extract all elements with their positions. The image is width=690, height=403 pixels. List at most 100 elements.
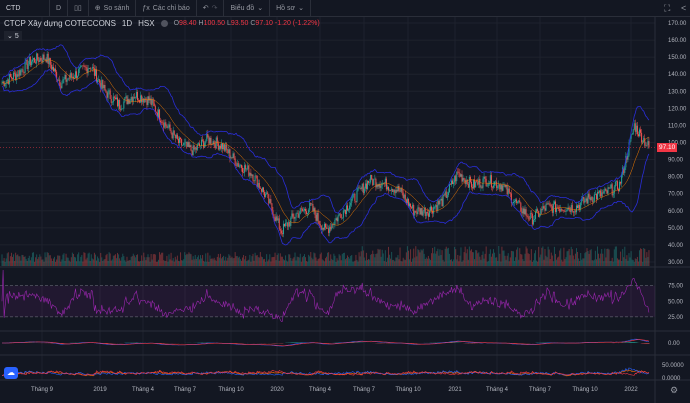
volume-bar [593,259,595,266]
volume-bar [331,258,333,266]
candle-body [646,144,648,146]
candle-body [46,53,48,63]
candle-type-icon[interactable]: ▯▯ [68,0,89,17]
volume-bar [528,254,530,266]
volume-bar [311,257,313,266]
volume-bar [646,252,648,266]
candle-body [9,73,11,77]
legend-exchange: HSX [138,19,155,28]
volume-bar [127,260,129,266]
candle-body [380,185,382,188]
chart-type-button[interactable]: Biểu đồ ⌄ [224,0,271,17]
interval-button[interactable]: D [50,0,69,17]
volume-bar [292,258,294,266]
volume-bar [407,250,409,266]
volume-bar [274,252,276,266]
volume-bar [390,258,392,266]
candle-body [260,188,262,192]
undo-icon: ↶ [202,5,209,12]
indicators-button[interactable]: ƒx Các chỉ báo [136,0,197,17]
candle-body [68,78,70,80]
volume-bar [592,260,594,266]
candle-body [246,168,248,170]
volume-bar [153,253,155,266]
candle-body [273,216,275,218]
candle-body [21,69,23,70]
volume-bar [607,248,609,266]
candle-body [141,95,143,103]
candle-body [593,194,595,201]
candle-body [247,165,249,169]
candle-body [648,141,650,148]
volume-bar [233,258,235,266]
candle-body [528,219,530,220]
candle-body [404,194,406,200]
symbol-search[interactable]: CTD [0,0,50,17]
volume-bar [297,257,299,266]
volume-bar [334,255,336,266]
macd-histogram-bar [647,343,649,344]
candle-body [268,194,270,204]
volume-bar [55,261,57,266]
volume-bar [510,250,512,266]
chart-canvas[interactable]: 170.00 160.00 150.00 140.00 130.00 120.00 110.… [0,0,690,403]
candle-body [177,138,179,143]
volume-bar [145,260,147,266]
candle-body [15,73,17,80]
volume-bar [444,248,446,266]
volume-bar [281,256,283,266]
candle-body [233,153,235,159]
volume-bar [132,253,134,266]
volume-bar [542,246,544,266]
candle-body [562,210,564,211]
settings-icon[interactable]: ⚙ [670,385,678,396]
volume-bar [250,261,252,266]
candle-body [173,130,175,135]
volume-bar [546,257,548,266]
candle-body [553,201,555,204]
volume-bar [485,246,487,266]
candle-body [606,190,608,194]
macd-histogram-bar [298,342,300,343]
volume-bar [420,249,422,266]
volume-bar [288,254,290,266]
volume-bar [609,261,611,266]
candle-body [213,141,215,145]
volume-bar [164,260,166,266]
candle-body [535,211,537,219]
volume-bar [477,253,479,266]
compare-button[interactable]: ⊕ So sánh [89,0,137,17]
indicators-toggle[interactable]: ⌄ 5 [4,31,22,41]
volume-bar [441,250,443,266]
candle-body [502,185,504,191]
share-icon[interactable]: < [681,3,686,13]
volume-bar [549,259,551,266]
candle-body [132,97,134,102]
volume-bar [525,246,527,266]
volume-bar [391,251,393,266]
fullscreen-icon[interactable]: ⛶ [664,3,670,14]
volume-bar [393,259,395,266]
candle-body [379,184,381,188]
volume-bar [464,246,466,266]
candle-body [99,79,101,83]
profile-button[interactable]: Hồ sơ ⌄ [270,0,311,17]
volume-bar [248,259,250,266]
candle-body [550,205,552,207]
candle-body [428,210,430,217]
adx-tick-label: 0.0000 [662,376,681,382]
undo-button[interactable]: ↶ ↷ [197,0,225,17]
candle-body [4,83,6,87]
candle-body [431,206,433,211]
candle-body [48,58,50,64]
candle-body [270,199,272,204]
candle-body [585,198,587,201]
candle-body [389,190,391,191]
volume-bar [604,248,606,266]
candle-body [302,210,304,211]
candle-body [395,189,397,194]
candle-body [567,207,569,211]
volume-bar [227,257,229,266]
candle-body [118,100,120,107]
volume-bar [18,256,20,266]
